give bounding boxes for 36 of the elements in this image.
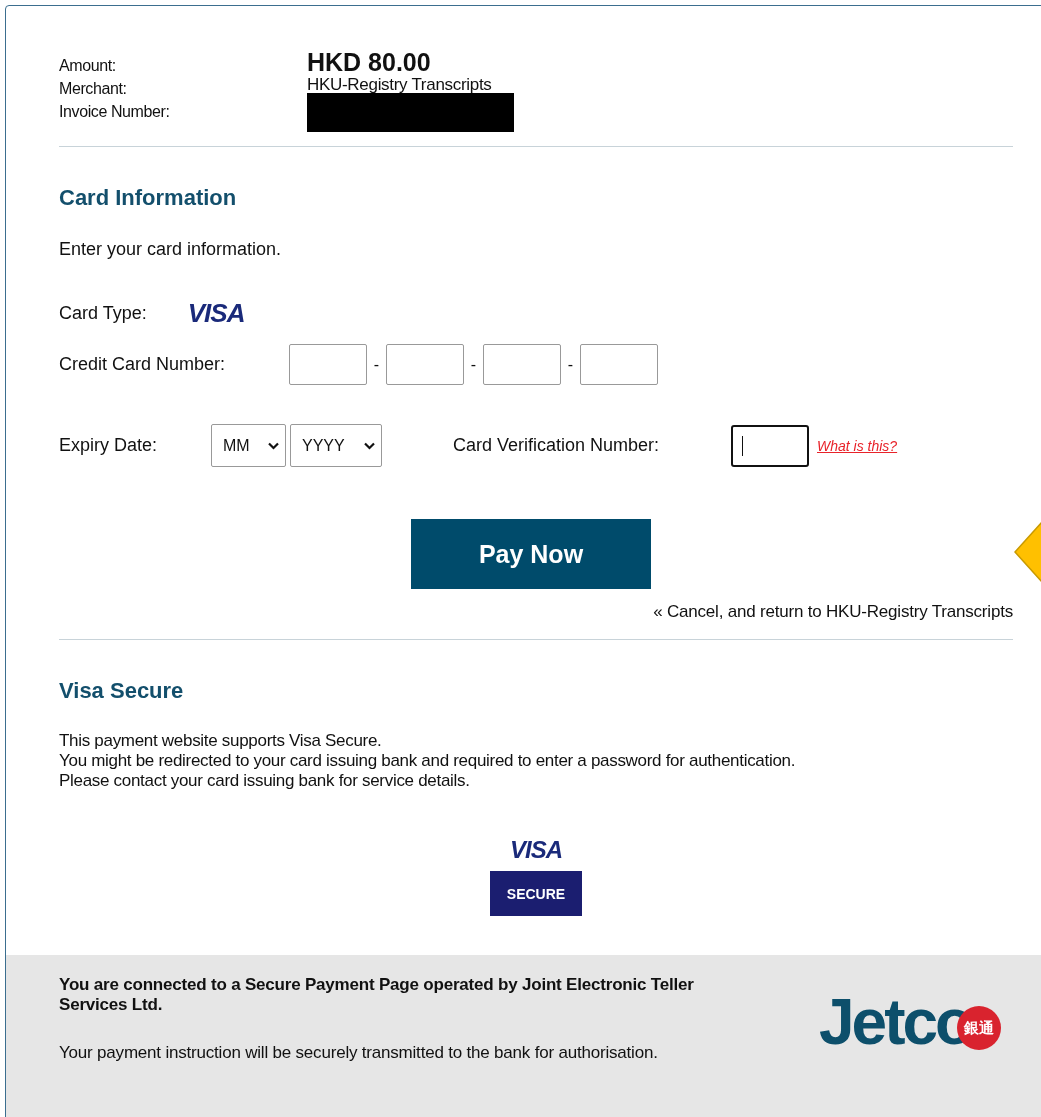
separator: - bbox=[566, 355, 575, 374]
diamond-icon bbox=[1014, 521, 1041, 583]
section-title: Card Information bbox=[59, 185, 238, 211]
amount-label: Amount: bbox=[59, 56, 117, 76]
card-number-field[interactable] bbox=[483, 344, 561, 385]
visa-logo: VISA bbox=[510, 837, 562, 863]
merchant-label: Merchant: bbox=[59, 79, 128, 99]
section-title: Visa Secure bbox=[59, 678, 185, 704]
secure-notice: You are connected to a Secure Payment Page operated by Joint Electronic Teller Services Ltd. bbox=[59, 975, 695, 1015]
help-link[interactable]: What is this? bbox=[817, 437, 898, 454]
card-type-label: Card Type: bbox=[59, 302, 147, 324]
footer-note: Your payment instruction will be securely transmitted to the bank for authorisation. bbox=[59, 1043, 659, 1063]
card-number-field[interactable] bbox=[289, 344, 367, 385]
caret-icon bbox=[364, 441, 375, 450]
invoice-label: Invoice Number: bbox=[59, 102, 171, 122]
cancel-link[interactable]: « Cancel, and return to HKU-Registry Transcripts bbox=[653, 602, 1013, 622]
cvv-field[interactable] bbox=[731, 424, 809, 467]
secure-badge: SECURE bbox=[490, 871, 582, 916]
card-number-label: Credit Card Number: bbox=[59, 354, 227, 375]
card-logo: VISA bbox=[187, 297, 245, 329]
card-number-field[interactable] bbox=[386, 344, 464, 385]
caret-icon bbox=[268, 441, 279, 450]
info-text: You might be redirected to your card issuing bank and required to enter a password for authentication. bbox=[59, 751, 797, 771]
year-select[interactable]: YYYY bbox=[290, 424, 382, 467]
amount-value: HKD 80.00 bbox=[307, 49, 432, 76]
separator: - bbox=[469, 355, 478, 374]
month-select[interactable]: MM bbox=[211, 424, 286, 467]
info-text: This payment website supports Visa Secure. bbox=[59, 731, 383, 751]
expiry-label: Expiry Date: bbox=[59, 435, 159, 456]
pay-now-button[interactable]: Pay Now bbox=[411, 519, 651, 589]
merchant-value: HKU-Registry Transcripts bbox=[307, 76, 493, 93]
intro-text: Enter your card information. bbox=[59, 238, 283, 260]
cvv-label: Card Verification Number: bbox=[453, 435, 661, 456]
info-text: Please contact your card issuing bank for service details. bbox=[59, 771, 471, 791]
separator: - bbox=[372, 355, 381, 374]
card-number-field[interactable] bbox=[580, 344, 658, 385]
